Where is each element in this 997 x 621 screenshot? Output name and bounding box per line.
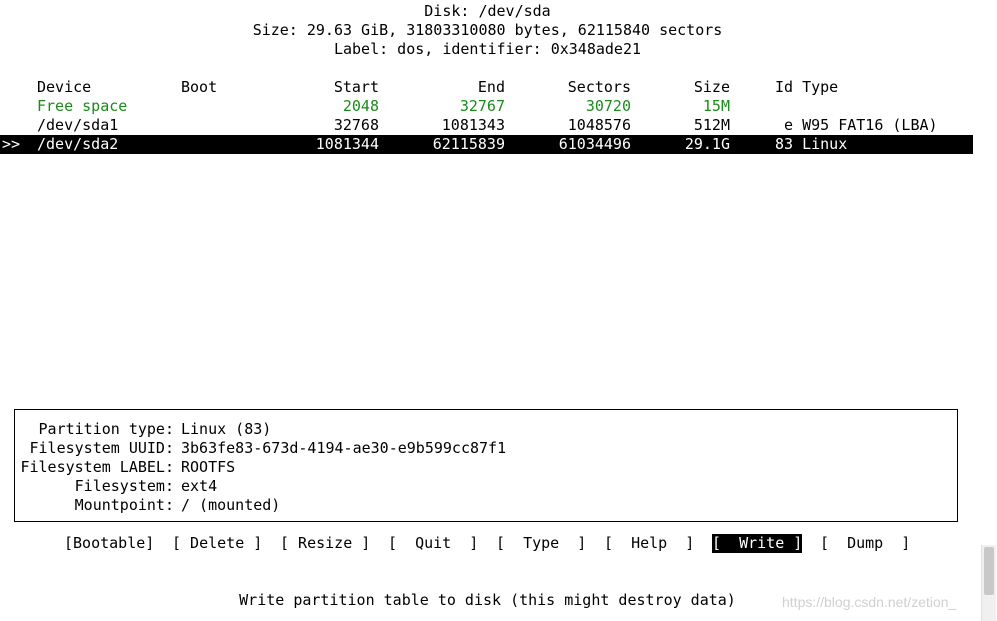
mountpoint-value: / (mounted): [181, 496, 281, 514]
column-id-type: Id Type: [775, 78, 839, 96]
row-sectors: 30720: [585, 97, 631, 115]
filesystem-label: Filesystem:: [74, 477, 174, 495]
row-id-type: e W95 FAT16 (LBA): [775, 116, 938, 134]
vertical-scrollbar[interactable]: [981, 545, 996, 621]
partition-info-box: Partition type: Linux (83) Filesystem UU…: [14, 409, 958, 522]
column-sectors: Sectors: [567, 78, 631, 96]
table-row-sda1[interactable]: /dev/sda1 32768 1081343 1048576 512M e W…: [0, 116, 973, 135]
row-end: 62115839: [432, 135, 505, 153]
dump-button[interactable]: [ Dump ]: [820, 534, 910, 553]
row-sectors: 1048576: [567, 116, 631, 134]
quit-button[interactable]: [ Quit ]: [388, 534, 478, 553]
row-id-type: 83 Linux: [775, 135, 848, 153]
row-size: 512M: [693, 116, 730, 134]
selection-pointer: >>: [2, 135, 21, 153]
write-button[interactable]: [ Write ]: [712, 534, 803, 553]
watermark-text: https://blog.csdn.net/zetion_: [782, 594, 957, 610]
row-start: 32768: [333, 116, 379, 134]
column-device: Device: [37, 78, 92, 96]
mountpoint-label: Mountpoint:: [74, 496, 174, 514]
column-boot: Boot: [181, 78, 218, 96]
row-end: 1081343: [441, 116, 505, 134]
row-device: /dev/sda1: [37, 116, 119, 134]
filesystem-label-label: Filesystem LABEL:: [20, 458, 174, 476]
row-end: 32767: [459, 97, 505, 115]
row-size: 15M: [702, 97, 730, 115]
disk-name: Disk: /dev/sda: [424, 2, 551, 20]
partition-type-value: Linux (83): [181, 420, 272, 438]
row-device: Free space: [37, 97, 128, 115]
column-start: Start: [333, 78, 379, 96]
table-row-free-space[interactable]: Free space 2048 32767 30720 15M: [0, 97, 973, 116]
column-size: Size: [693, 78, 730, 96]
partition-type-label: Partition type:: [38, 420, 174, 438]
row-size: 29.1G: [684, 135, 730, 153]
bootable-button[interactable]: [Bootable]: [64, 534, 154, 553]
resize-button[interactable]: [ Resize ]: [280, 534, 370, 553]
row-device: /dev/sda2: [37, 135, 119, 153]
help-button[interactable]: [ Help ]: [604, 534, 694, 553]
row-sectors: 61034496: [558, 135, 631, 153]
row-start: 2048: [342, 97, 379, 115]
column-end: End: [477, 78, 505, 96]
row-start: 1081344: [315, 135, 379, 153]
table-row-sda2-selected[interactable]: >> /dev/sda2 1081344 62115839 61034496 2…: [0, 135, 973, 154]
filesystem-value: ext4: [181, 477, 218, 495]
filesystem-label-value: ROOTFS: [181, 458, 236, 476]
disk-size: Size: 29.63 GiB, 31803310080 bytes, 6211…: [252, 21, 723, 39]
scrollbar-thumb[interactable]: [984, 547, 994, 595]
disk-label: Label: dos, identifier: 0x348ade21: [333, 40, 642, 58]
filesystem-uuid-value: 3b63fe83-673d-4194-ae30-e9b599cc87f1: [181, 439, 507, 457]
filesystem-uuid-label: Filesystem UUID:: [29, 439, 175, 457]
delete-button[interactable]: [ Delete ]: [172, 534, 262, 553]
table-header: Device Boot Start End Sectors Size Id Ty…: [0, 78, 973, 97]
type-button[interactable]: [ Type ]: [496, 534, 586, 553]
